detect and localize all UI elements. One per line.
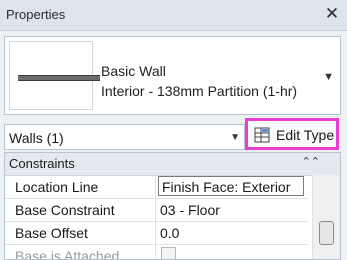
type-name: Interior - 138mm Partition (1-hr) bbox=[101, 83, 298, 99]
base-attached-checkbox bbox=[161, 247, 176, 259]
edit-type-label: Edit Type bbox=[276, 127, 335, 143]
wall-type-preview bbox=[9, 41, 100, 110]
property-value-cell[interactable]: Finish Face: Exterior bbox=[155, 175, 309, 198]
property-row-base-constraint: Base Constraint 03 - Floor bbox=[5, 198, 308, 222]
type-selector[interactable]: Basic Wall Interior - 138mm Partition (1… bbox=[4, 36, 341, 115]
property-value: 03 - Floor bbox=[160, 202, 220, 218]
filter-label: Walls (1) bbox=[9, 130, 64, 146]
chevron-down-icon[interactable]: ▼ bbox=[230, 132, 240, 143]
property-value-cell[interactable]: 0.0 bbox=[155, 221, 309, 244]
property-name: Base Offset bbox=[15, 225, 88, 241]
type-family: Basic Wall bbox=[101, 63, 166, 79]
element-filter-dropdown[interactable]: Walls (1) ▼ bbox=[4, 124, 245, 150]
panel-title: Properties bbox=[6, 7, 66, 22]
properties-panel: Properties ✕ Basic Wall Interior - 138mm… bbox=[0, 0, 347, 260]
wall-preview-icon bbox=[18, 75, 100, 81]
property-value-cell bbox=[155, 244, 309, 259]
property-name: Base Constraint bbox=[15, 202, 115, 218]
property-row-location-line: Location Line Finish Face: Exterior bbox=[5, 175, 308, 199]
title-bar: Properties ✕ bbox=[0, 0, 347, 31]
edit-type-button[interactable]: Edit Type bbox=[245, 118, 339, 150]
collapse-icon[interactable]: ⌃⌃ bbox=[302, 155, 320, 168]
edit-type-icon bbox=[254, 127, 270, 143]
property-name: Location Line bbox=[15, 179, 99, 195]
chevron-down-icon[interactable]: ▼ bbox=[323, 71, 334, 83]
property-name: Base is Attached bbox=[15, 248, 120, 260]
property-value: 0.0 bbox=[160, 225, 180, 241]
vertical-scrollbar[interactable] bbox=[312, 175, 340, 259]
property-value-cell[interactable]: 03 - Floor bbox=[155, 198, 309, 221]
section-title: Constraints bbox=[9, 156, 75, 171]
property-row-base-offset: Base Offset 0.0 bbox=[5, 221, 308, 245]
section-constraints[interactable]: Constraints ⌃⌃ bbox=[5, 153, 340, 176]
property-row-base-is-attached: Base is Attached bbox=[5, 244, 309, 260]
scrollbar-thumb[interactable] bbox=[319, 221, 334, 245]
property-grid: Constraints ⌃⌃ Location Line Finish Face… bbox=[4, 152, 341, 260]
property-value: Finish Face: Exterior bbox=[162, 179, 291, 195]
close-icon[interactable]: ✕ bbox=[323, 4, 341, 24]
location-line-field[interactable]: Finish Face: Exterior bbox=[158, 176, 304, 196]
